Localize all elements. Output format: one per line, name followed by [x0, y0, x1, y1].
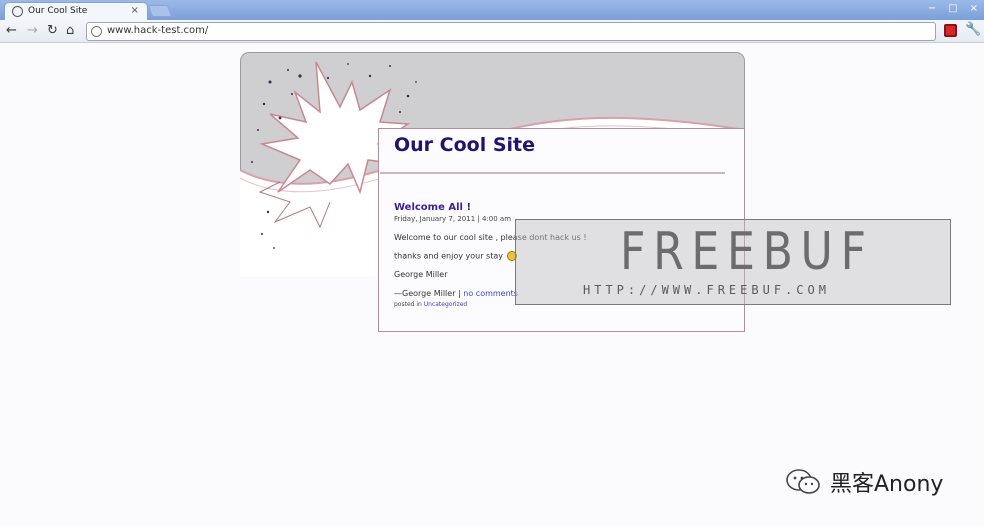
- address-url[interactable]: www.hack-test.com/: [107, 25, 208, 36]
- page-favicon-icon: [12, 6, 23, 17]
- post-body-text: thanks and enjoy your stay: [394, 251, 503, 261]
- minimize-button[interactable]: −: [928, 3, 936, 14]
- post-signature: George Miller: [394, 270, 448, 279]
- reload-button[interactable]: ↻: [47, 23, 58, 39]
- site-title[interactable]: Our Cool Site: [394, 134, 535, 156]
- close-window-button[interactable]: ×: [970, 3, 978, 14]
- post-meta: —George Miller | no comments: [394, 289, 518, 298]
- tab-title: Our Cool Site: [28, 6, 88, 16]
- watermark-url-text: HTTP://WWW.FREEBUF.COM: [583, 283, 830, 297]
- post-date: Friday, January 7, 2011 | 4:00 am: [394, 215, 512, 223]
- window-controls: − □ ×: [928, 3, 978, 14]
- post-body-line-2: thanks and enjoy your stay: [394, 251, 517, 261]
- watermark-logo-text: FREEBUF: [620, 222, 874, 282]
- post-title-link[interactable]: Welcome All !: [394, 202, 471, 213]
- browser-tab[interactable]: Our Cool Site ×: [4, 2, 148, 20]
- wrench-menu-icon[interactable]: 🔧: [965, 22, 981, 37]
- browser-titlebar: Our Cool Site × − □ ×: [0, 0, 984, 20]
- chat-bubble-icon: [786, 469, 820, 494]
- corner-watermark: 黑客Anony: [786, 464, 943, 500]
- category-link[interactable]: Uncategorized: [424, 301, 467, 308]
- corner-watermark-text: 黑客Anony: [830, 472, 944, 497]
- category-prefix: posted in: [394, 301, 424, 308]
- comments-link[interactable]: no comments: [463, 289, 518, 298]
- address-bar[interactable]: www.hack-test.com/: [86, 22, 936, 41]
- forward-button[interactable]: →: [27, 23, 38, 39]
- close-tab-icon[interactable]: ×: [131, 5, 139, 16]
- new-tab-button[interactable]: [147, 5, 173, 17]
- post-author: —George Miller |: [394, 289, 464, 298]
- globe-icon: [91, 26, 102, 37]
- browser-toolbar: ← → ↻ ⌂ www.hack-test.com/: [0, 20, 984, 43]
- title-divider: [380, 172, 725, 174]
- home-button[interactable]: ⌂: [66, 23, 74, 39]
- maximize-button[interactable]: □: [948, 3, 957, 14]
- post-category: posted in Uncategorized: [394, 301, 467, 308]
- back-button[interactable]: ←: [6, 23, 17, 39]
- extension-icon[interactable]: [944, 24, 957, 37]
